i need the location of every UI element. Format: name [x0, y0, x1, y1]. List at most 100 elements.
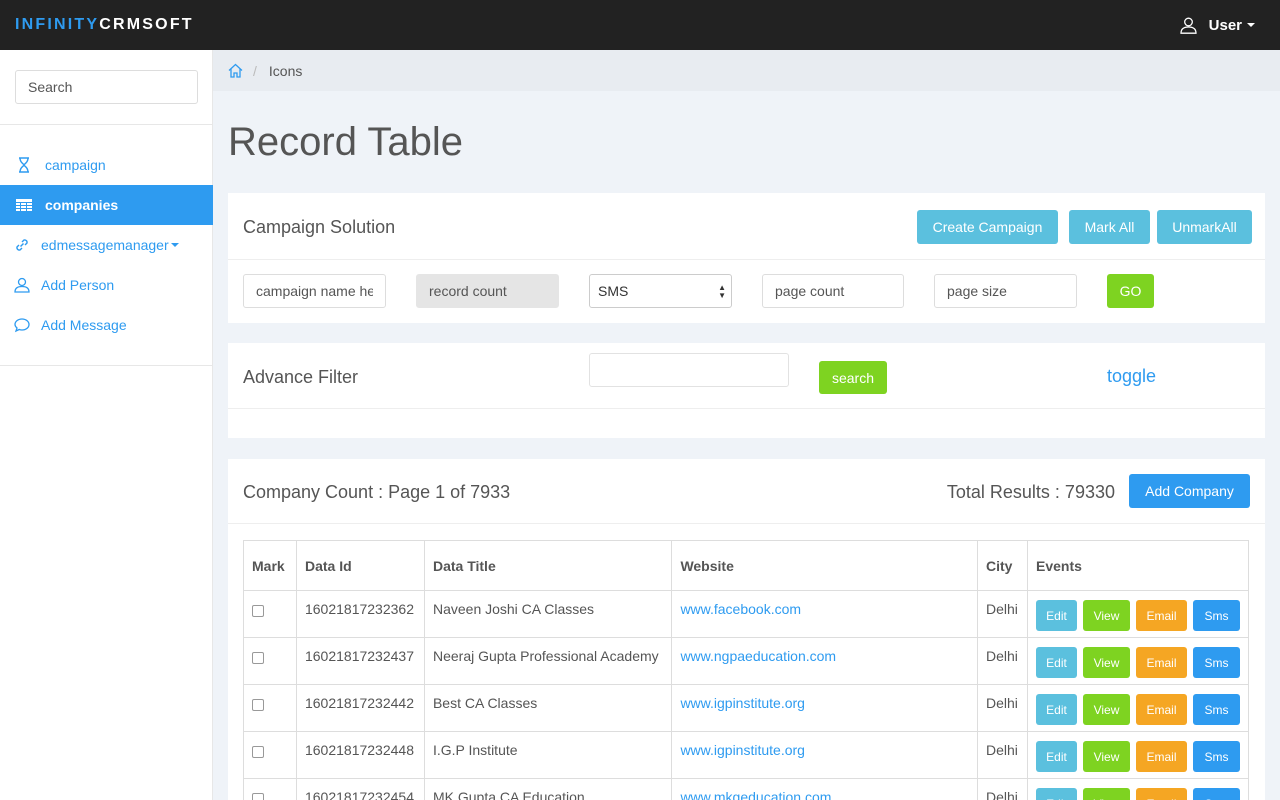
create-campaign-button[interactable]: Create Campaign	[917, 210, 1058, 244]
filter-panel-title: Advance Filter	[243, 367, 359, 387]
events-cell: EditViewEmailSms	[1027, 731, 1249, 779]
go-button[interactable]: GO	[1107, 274, 1154, 308]
website-link[interactable]: www.facebook.com	[680, 601, 801, 617]
user-icon	[13, 276, 31, 294]
events-cell: EditViewEmailSms	[1027, 590, 1249, 638]
website-cell: www.igpinstitute.org	[671, 684, 978, 732]
column-header-data-id: Data Id	[295, 540, 425, 591]
view-button[interactable]: View	[1083, 647, 1130, 678]
page-size-input[interactable]	[934, 274, 1077, 308]
select-arrows-icon: ▲ ▼	[718, 283, 726, 300]
campaign-panel-title: Campaign Solution	[243, 217, 396, 237]
website-cell: www.facebook.com	[671, 590, 978, 638]
email-button[interactable]: Email	[1136, 741, 1187, 772]
brand-part-1: INFINITY	[15, 16, 100, 33]
edit-button[interactable]: Edit	[1036, 694, 1077, 725]
toggle-link[interactable]: toggle	[1107, 366, 1156, 387]
row-checkbox[interactable]	[252, 793, 264, 800]
column-header-city: City	[976, 540, 1029, 591]
home-icon[interactable]	[228, 63, 243, 78]
sidebar-item-edmessagemanager[interactable]: edmessagemanager	[0, 225, 213, 265]
user-icon	[1179, 17, 1197, 34]
sidebar-item-label: Add Person	[41, 277, 115, 293]
panel-divider	[228, 408, 1265, 409]
table-row: 16021817232437 Neeraj Gupta Professional …	[243, 637, 1249, 685]
companies-table: Mark Data Id Data Title Website City Eve…	[243, 540, 1249, 800]
sms-button[interactable]: Sms	[1193, 694, 1240, 725]
view-button[interactable]: View	[1083, 788, 1130, 800]
data-title-cell: Naveen Joshi CA Classes	[423, 590, 673, 638]
email-button[interactable]: Email	[1136, 788, 1187, 800]
edit-button[interactable]: Edit	[1036, 647, 1077, 678]
sidebar-item-campaign[interactable]: campaign	[0, 145, 213, 185]
data-title-cell: Neeraj Gupta Professional Academy	[423, 637, 673, 685]
page-count-input[interactable]	[762, 274, 904, 308]
filter-search-button[interactable]: search	[819, 361, 887, 394]
mark-all-button[interactable]: Mark All	[1069, 210, 1150, 244]
add-company-button[interactable]: Add Company	[1129, 474, 1250, 508]
top-navbar: INFINITYCRMSOFT User	[0, 0, 1280, 50]
panel-divider	[228, 523, 1265, 524]
sidebar-item-label: Add Message	[41, 317, 127, 333]
row-checkbox[interactable]	[252, 652, 264, 664]
column-header-website: Website	[671, 540, 978, 591]
events-cell: Edit View Email Sms	[1027, 778, 1249, 800]
mark-cell	[243, 684, 297, 732]
sidebar-item-companies[interactable]: companies	[0, 185, 213, 225]
view-button[interactable]: View	[1083, 694, 1130, 725]
city-cell: Delhi	[976, 590, 1029, 638]
sidebar-divider	[0, 365, 213, 366]
email-button[interactable]: Email	[1136, 600, 1187, 631]
email-button[interactable]: Email	[1136, 694, 1187, 725]
data-id-cell: 16021817232442	[295, 684, 425, 732]
brand-logo[interactable]: INFINITYCRMSOFT	[15, 16, 194, 34]
message-type-selected: SMS	[598, 283, 629, 299]
website-link[interactable]: www.igpinstitute.org	[680, 695, 805, 711]
table-row: 16021817232362 Naveen Joshi CA Classes www…	[243, 590, 1249, 638]
row-checkbox[interactable]	[252, 605, 264, 617]
data-id-cell: 16021817232454	[295, 778, 425, 800]
edit-button[interactable]: Edit	[1036, 788, 1077, 800]
table-icon	[15, 196, 33, 214]
website-cell: www.ngpaeducation.com	[671, 637, 978, 685]
table-header-row: Mark Data Id Data Title Website City Eve…	[243, 540, 1249, 591]
campaign-name-input[interactable]	[243, 274, 386, 308]
sms-button[interactable]: Sms	[1193, 647, 1240, 678]
edit-button[interactable]: Edit	[1036, 741, 1077, 772]
events-cell: EditViewEmailSms	[1027, 684, 1249, 732]
view-button[interactable]: View	[1083, 741, 1130, 772]
city-cell: Delhi	[976, 684, 1029, 732]
table-row: 16021817232448 I.G.P Institute www.igpinst…	[243, 731, 1249, 779]
column-header-data-title: Data Title	[423, 540, 673, 591]
row-checkbox[interactable]	[252, 699, 264, 711]
edit-button[interactable]: Edit	[1036, 600, 1077, 631]
user-menu[interactable]: User	[1179, 14, 1255, 36]
website-link[interactable]: www.mkgeducation.com	[680, 789, 831, 800]
view-button[interactable]: View	[1083, 600, 1130, 631]
sidebar-item-add-message[interactable]: Add Message	[0, 305, 213, 345]
sidebar-search-input[interactable]	[15, 70, 198, 104]
sms-button[interactable]: Sms	[1193, 600, 1240, 631]
advance-filter-input[interactable]	[589, 353, 789, 387]
mark-cell	[243, 778, 297, 800]
website-link[interactable]: www.igpinstitute.org	[680, 742, 805, 758]
sms-button[interactable]: Sms	[1193, 741, 1240, 772]
chevron-down-icon	[1247, 23, 1255, 27]
data-title-cell: I.G.P Institute	[423, 731, 673, 779]
data-title-cell: Best CA Classes	[423, 684, 673, 732]
message-type-select[interactable]: SMS ▲ ▼	[589, 274, 732, 308]
panel-divider	[228, 259, 1265, 260]
hourglass-icon	[15, 156, 33, 174]
link-icon	[13, 236, 31, 254]
page-title: Record Table	[228, 120, 463, 164]
email-button[interactable]: Email	[1136, 647, 1187, 678]
events-cell: EditViewEmailSms	[1027, 637, 1249, 685]
brand-part-2: CRMSOFT	[99, 16, 194, 33]
mark-cell	[243, 731, 297, 779]
website-link[interactable]: www.ngpaeducation.com	[680, 648, 836, 664]
unmark-all-button[interactable]: UnmarkAll	[1157, 210, 1252, 244]
chevron-down-icon	[170, 243, 179, 247]
sidebar-item-add-person[interactable]: Add Person	[0, 265, 213, 305]
sms-button[interactable]: Sms	[1193, 788, 1240, 800]
row-checkbox[interactable]	[252, 746, 264, 758]
